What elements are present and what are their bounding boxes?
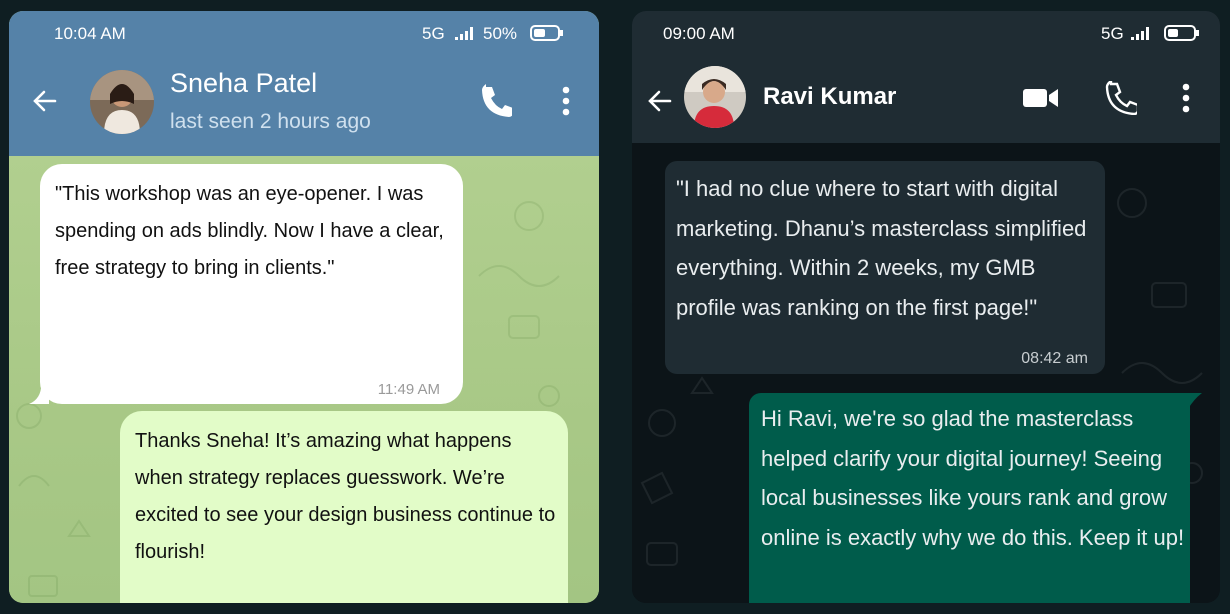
back-arrow-icon[interactable]	[646, 87, 674, 115]
chat-header: 09:00 AM 5G Ravi Kumar	[632, 11, 1220, 143]
contact-name[interactable]: Ravi Kumar	[763, 83, 896, 111]
chat-header: 10:04 AM 5G 50% Sneha Patel last seen 2 …	[9, 11, 599, 156]
bubble-tail	[29, 380, 49, 404]
status-bar: 09:00 AM 5G	[632, 11, 1220, 53]
phone-call-icon[interactable]	[1103, 81, 1137, 115]
status-time: 10:04 AM	[54, 24, 126, 43]
outgoing-message[interactable]: Hi Ravi, we're so glad the masterclass h…	[749, 393, 1202, 603]
network-type: 5G	[422, 24, 445, 43]
incoming-message[interactable]: "This workshop was an eye-opener. I was …	[29, 164, 463, 404]
signal-icon	[1131, 27, 1149, 40]
video-call-icon[interactable]	[1022, 85, 1060, 111]
last-seen-status: last seen 2 hours ago	[170, 110, 371, 133]
status-bar: 10:04 AM 5G 50%	[9, 11, 599, 53]
bubble-tail	[1188, 393, 1202, 409]
message-text: Hi Ravi, we're so glad the masterclass h…	[761, 406, 1185, 550]
more-vertical-icon[interactable]	[561, 85, 571, 117]
incoming-message[interactable]: "I had no clue where to start with digit…	[665, 161, 1105, 374]
chat-screen-ravi: 09:00 AM 5G Ravi Kumar "I had no clue wh…	[632, 11, 1220, 603]
contact-name[interactable]: Sneha Patel	[170, 68, 317, 99]
network-type: 5G	[1101, 24, 1124, 43]
chat-screen-sneha: 10:04 AM 5G 50% Sneha Patel last seen 2 …	[9, 11, 599, 603]
battery-icon	[530, 25, 563, 41]
more-vertical-icon[interactable]	[1181, 82, 1191, 114]
avatar[interactable]	[684, 66, 746, 128]
message-timestamp: 11:49 AM	[377, 381, 440, 398]
message-timestamp: 08:42 am	[1021, 350, 1088, 367]
back-arrow-icon[interactable]	[31, 87, 59, 115]
message-text: "This workshop was an eye-opener. I was …	[55, 183, 444, 279]
avatar[interactable]	[90, 70, 154, 134]
message-text: "I had no clue where to start with digit…	[676, 176, 1087, 320]
message-text: Thanks Sneha! It’s amazing what happens …	[135, 430, 556, 563]
battery-percent: 50%	[483, 24, 518, 43]
battery-icon	[1164, 25, 1199, 41]
outgoing-message[interactable]: Thanks Sneha! It’s amazing what happens …	[120, 411, 568, 603]
phone-call-icon[interactable]	[478, 84, 512, 118]
signal-icon	[455, 27, 473, 40]
status-time: 09:00 AM	[663, 24, 735, 43]
